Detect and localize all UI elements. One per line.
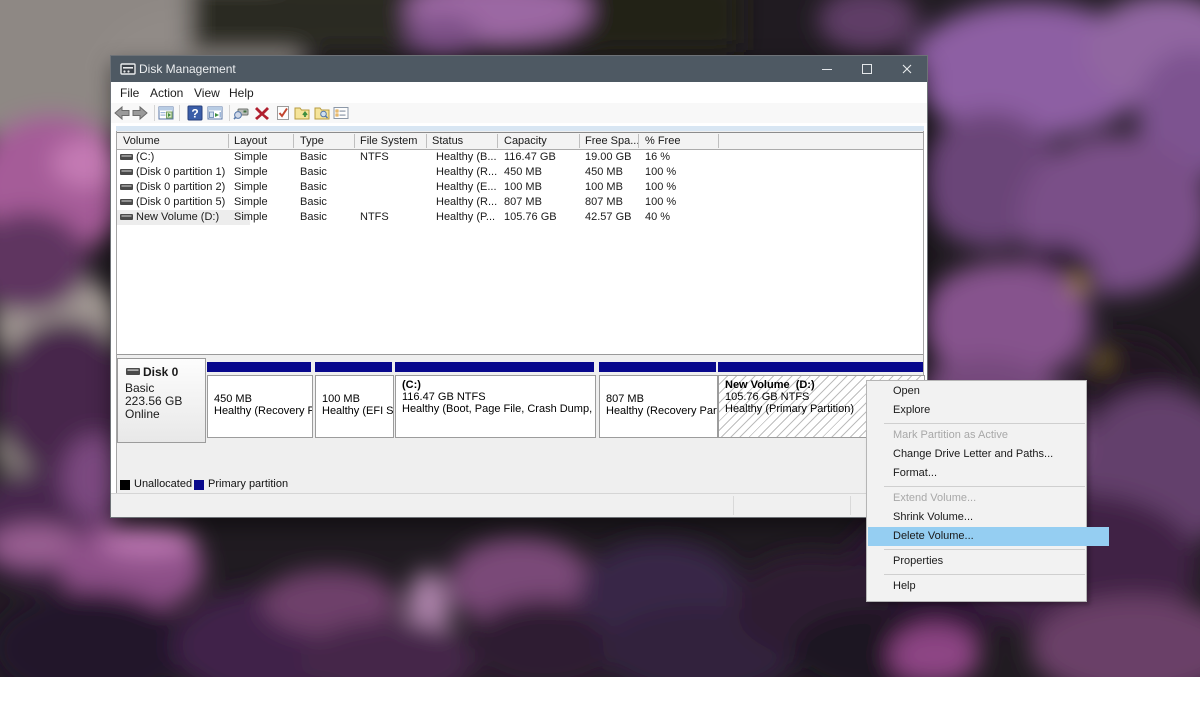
svg-text:?: ? [191,107,198,121]
